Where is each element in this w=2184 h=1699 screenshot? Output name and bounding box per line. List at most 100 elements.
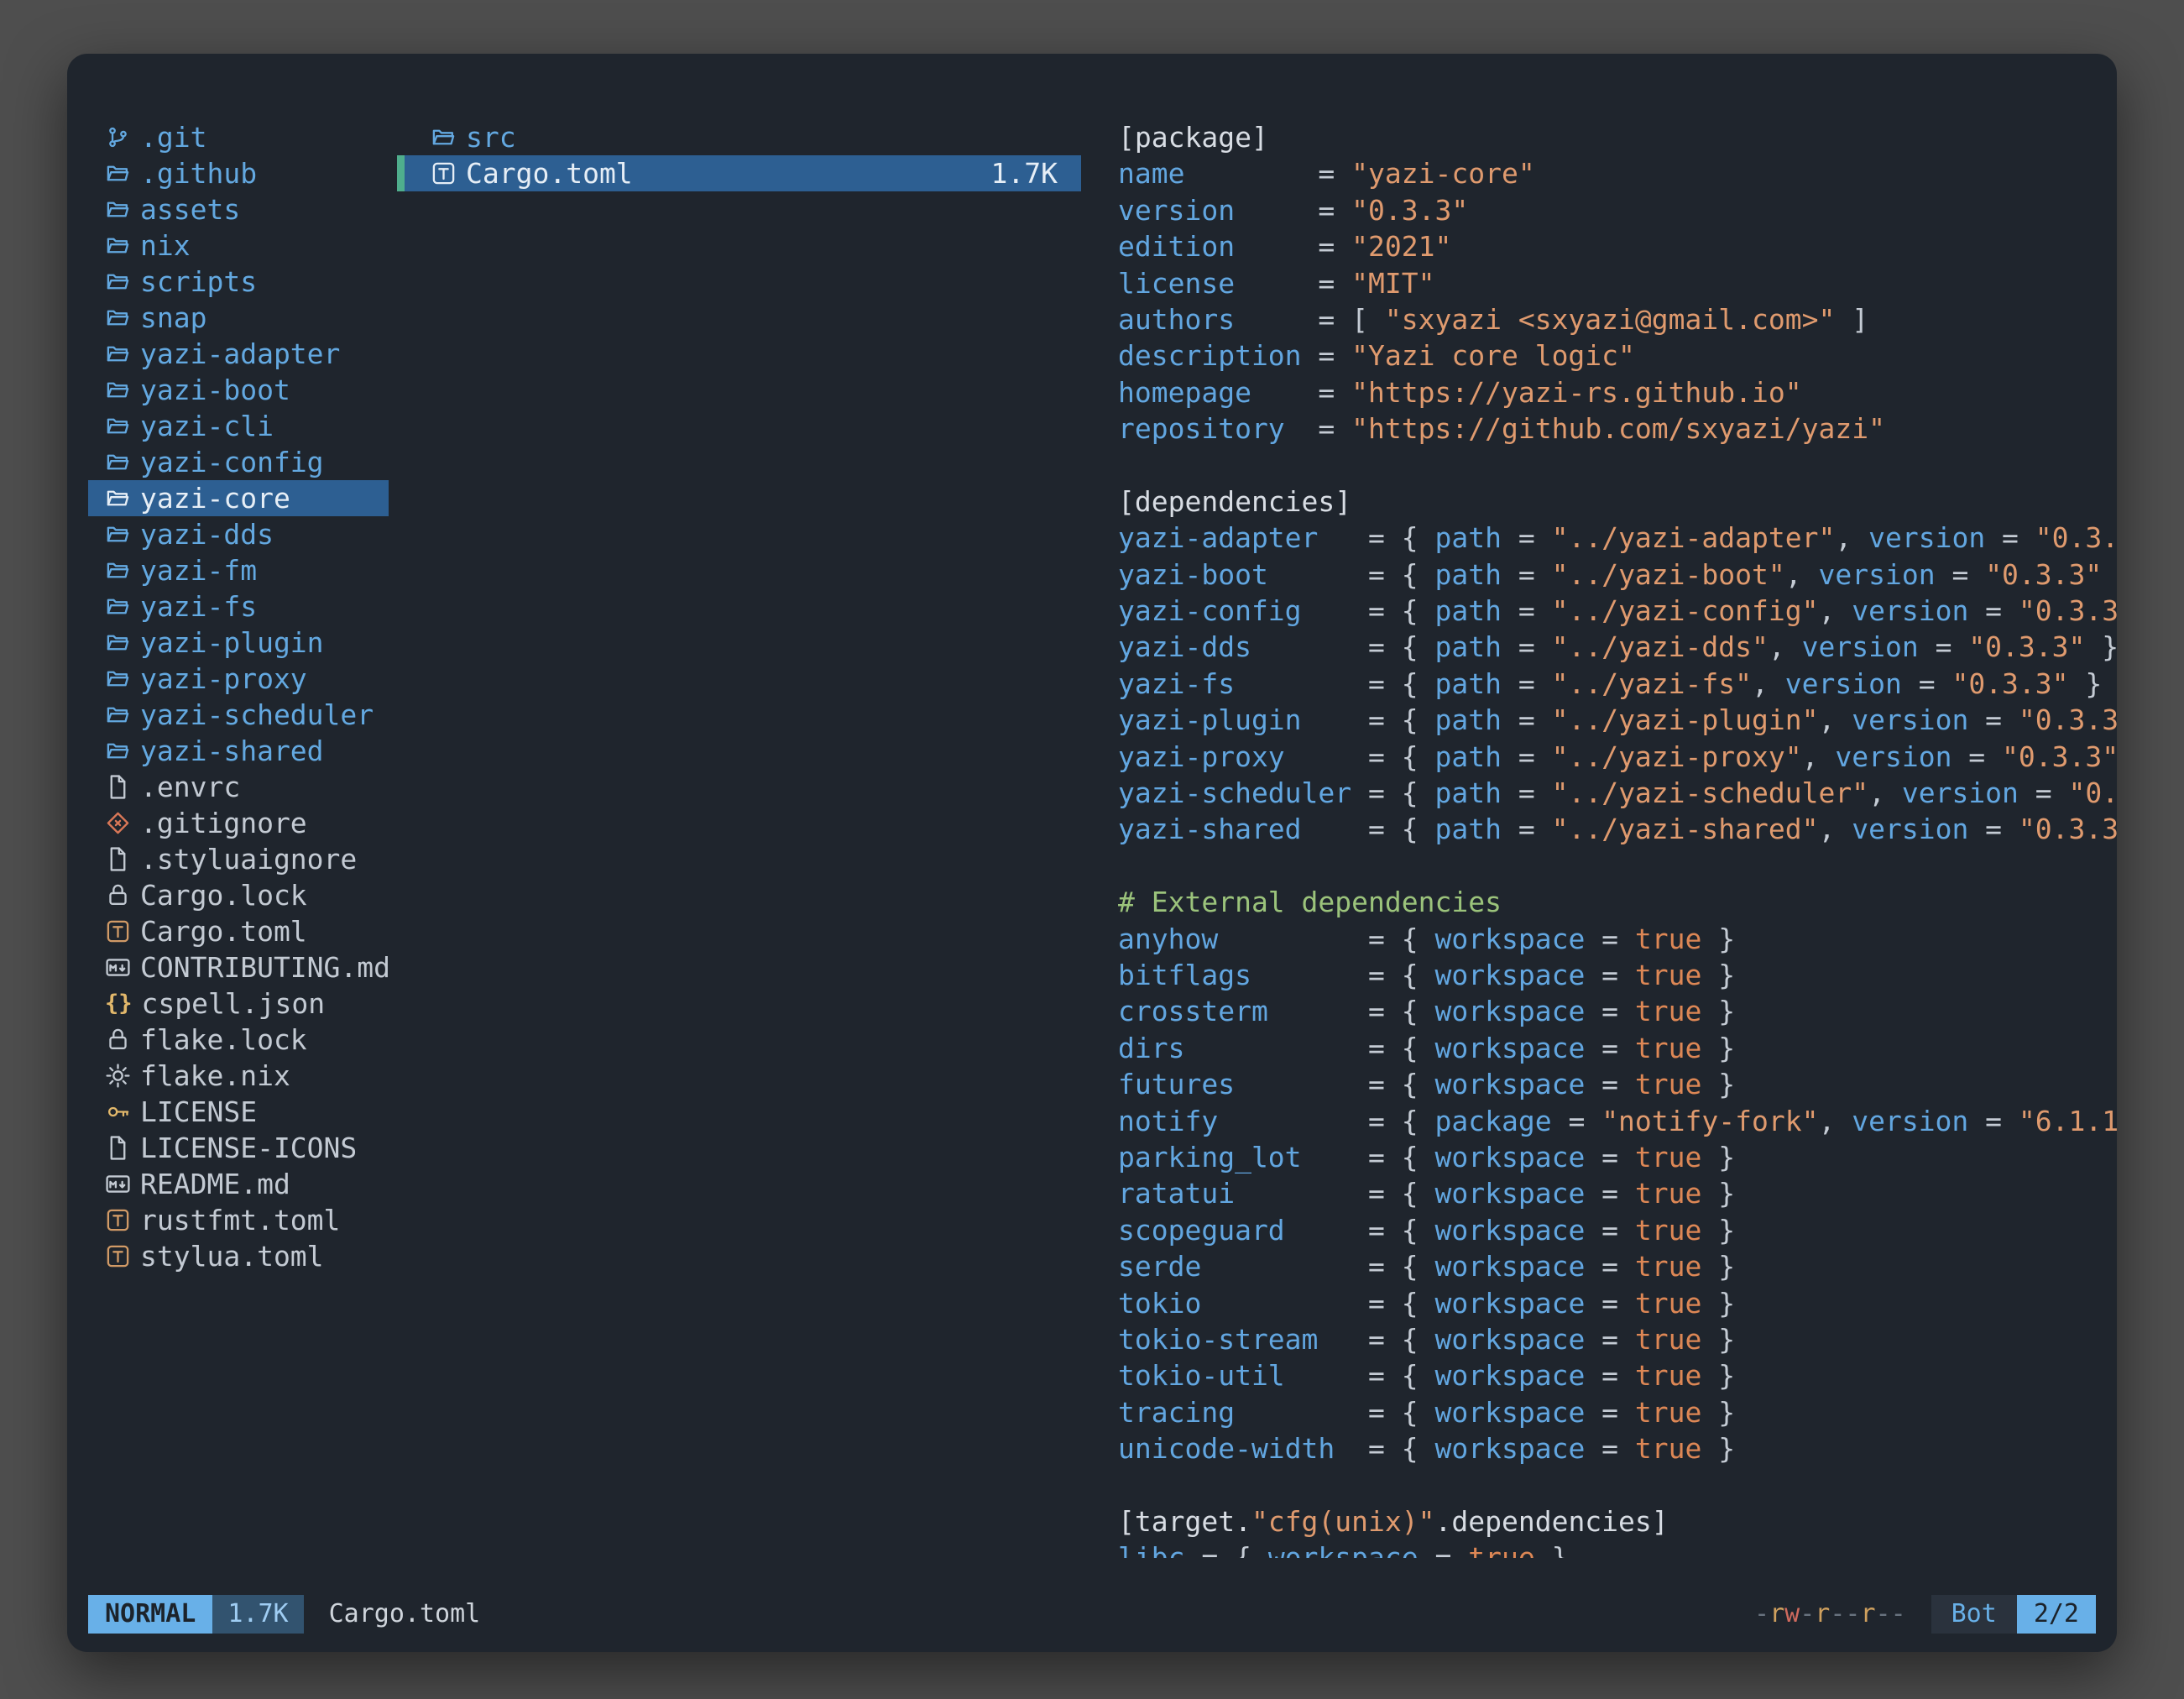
item-label: LICENSE	[140, 1094, 257, 1130]
item-label: yazi-boot	[140, 372, 290, 408]
preview-line: yazi-dds = { path = "../yazi-dds", versi…	[1118, 629, 2117, 665]
preview-line	[1118, 848, 2117, 884]
file-item[interactable]: flake.lock	[88, 1022, 389, 1058]
preview-line: dirs = { workspace = true }	[1118, 1030, 2117, 1066]
item-label: yazi-scheduler	[140, 697, 374, 733]
parent-directory-pane: .git.githubassetsnixscriptssnapyazi-adap…	[67, 119, 397, 1558]
mode-badge: NORMAL	[88, 1595, 212, 1634]
dir-item[interactable]: yazi-adapter	[88, 336, 389, 372]
item-label: yazi-adapter	[140, 336, 340, 372]
file-item[interactable]: LICENSE	[88, 1094, 389, 1130]
dir-item[interactable]: yazi-boot	[88, 372, 389, 408]
item-label: CONTRIBUTING.md	[140, 949, 389, 985]
preview-line: tokio-stream = { workspace = true }	[1118, 1321, 2117, 1357]
dir-item[interactable]: yazi-scheduler	[88, 697, 389, 733]
preview-line: parking_lot = { workspace = true }	[1118, 1139, 2117, 1175]
dir-item[interactable]: .github	[88, 155, 389, 191]
dir-item[interactable]: yazi-fm	[88, 552, 389, 588]
preview-line: yazi-scheduler = { path = "../yazi-sched…	[1118, 775, 2117, 811]
preview-line: yazi-boot = { path = "../yazi-boot", ver…	[1118, 557, 2117, 593]
item-label: Cargo.toml	[140, 913, 307, 949]
item-size: 1.7K	[991, 155, 1058, 191]
folder-icon	[105, 630, 131, 656]
folder-icon	[105, 557, 131, 583]
preview-line: futures = { workspace = true }	[1118, 1066, 2117, 1102]
folder-icon	[105, 196, 131, 222]
preview-line: tracing = { workspace = true }	[1118, 1394, 2117, 1430]
dir-item[interactable]: assets	[88, 191, 389, 227]
preview-line: yazi-config = { path = "../yazi-config",…	[1118, 593, 2117, 629]
dir-item[interactable]: yazi-plugin	[88, 625, 389, 661]
preview-line: bitflags = { workspace = true }	[1118, 957, 2117, 993]
file-item[interactable]: rustfmt.toml	[88, 1202, 389, 1238]
item-label: flake.lock	[140, 1022, 307, 1058]
file-permissions: -rw-r--r--	[1754, 1595, 1906, 1634]
item-label: .styluaignore	[140, 841, 357, 877]
item-label: Cargo.toml	[466, 155, 633, 191]
lock-icon	[105, 882, 131, 908]
item-label: .git	[140, 119, 206, 155]
toml-icon	[105, 1243, 131, 1269]
file-item[interactable]: .gitignore	[88, 805, 389, 841]
file-item[interactable]: CONTRIBUTING.md	[88, 949, 389, 985]
folder-icon	[105, 702, 131, 728]
preview-line: yazi-plugin = { path = "../yazi-plugin",…	[1118, 702, 2117, 738]
dir-item[interactable]: yazi-cli	[88, 408, 389, 444]
dir-item[interactable]: yazi-dds	[88, 516, 389, 552]
dir-item[interactable]: src	[397, 119, 1081, 155]
preview-line: license = "MIT"	[1118, 265, 2117, 301]
file-item[interactable]: .styluaignore	[88, 841, 389, 877]
preview-line: name = "yazi-core"	[1118, 155, 2117, 191]
gitdiamond-icon	[105, 810, 131, 836]
dir-item[interactable]: yazi-core	[88, 480, 389, 516]
preview-line: yazi-shared = { path = "../yazi-shared",…	[1118, 811, 2117, 847]
folder-icon	[105, 269, 131, 295]
file-item[interactable]: Cargo.toml	[88, 913, 389, 949]
item-label: nix	[140, 227, 191, 264]
folder-icon	[105, 449, 131, 475]
preview-line: tokio = { workspace = true }	[1118, 1285, 2117, 1321]
item-label: flake.nix	[140, 1058, 290, 1094]
status-filename: Cargo.toml	[329, 1595, 481, 1634]
md-icon	[105, 954, 131, 980]
dir-item[interactable]: snap	[88, 300, 389, 336]
preview-line: notify = { package = "notify-fork", vers…	[1118, 1103, 2117, 1139]
preview-line: [dependencies]	[1118, 484, 2117, 520]
selection-marker	[397, 155, 405, 191]
dir-item[interactable]: yazi-fs	[88, 588, 389, 625]
dir-item[interactable]: yazi-shared	[88, 733, 389, 769]
preview-line: edition = "2021"	[1118, 228, 2117, 264]
braces-icon: {}	[105, 991, 133, 1017]
dir-item[interactable]: nix	[88, 227, 389, 264]
dir-item[interactable]: scripts	[88, 264, 389, 300]
file-item[interactable]: LICENSE-ICONS	[88, 1130, 389, 1166]
terminal-window: .git.githubassetsnixscriptssnapyazi-adap…	[67, 54, 2117, 1652]
preview-line: yazi-fs = { path = "../yazi-fs", version…	[1118, 666, 2117, 702]
preview-line: ratatui = { workspace = true }	[1118, 1175, 2117, 1211]
preview-line: tokio-util = { workspace = true }	[1118, 1357, 2117, 1393]
status-spacer	[480, 1595, 1754, 1634]
folder-icon	[105, 341, 131, 367]
item-label: yazi-core	[140, 480, 290, 516]
file-item[interactable]: stylua.toml	[88, 1238, 389, 1274]
item-label: scripts	[140, 264, 257, 300]
item-label: assets	[140, 191, 240, 227]
status-bar: NORMAL 1.7K Cargo.toml -rw-r--r-- Bot 2/…	[88, 1595, 2096, 1634]
file-item[interactable]: flake.nix	[88, 1058, 389, 1094]
preview-line: version = "0.3.3"	[1118, 192, 2117, 228]
file-item[interactable]: .envrc	[88, 769, 389, 805]
folder-icon	[105, 593, 131, 619]
dir-item[interactable]: yazi-proxy	[88, 661, 389, 697]
item-label: yazi-cli	[140, 408, 274, 444]
file-item[interactable]: README.md	[88, 1166, 389, 1202]
md-icon	[105, 1171, 131, 1197]
file-item[interactable]: Cargo.toml 1.7K	[397, 155, 1081, 191]
file-item[interactable]: {}cspell.json	[88, 985, 389, 1022]
file-icon	[105, 774, 131, 800]
folder-icon	[105, 305, 131, 331]
key-icon	[105, 1099, 131, 1125]
lock-icon	[105, 1027, 131, 1053]
dir-item[interactable]: .git	[88, 119, 389, 155]
file-item[interactable]: Cargo.lock	[88, 877, 389, 913]
dir-item[interactable]: yazi-config	[88, 444, 389, 480]
